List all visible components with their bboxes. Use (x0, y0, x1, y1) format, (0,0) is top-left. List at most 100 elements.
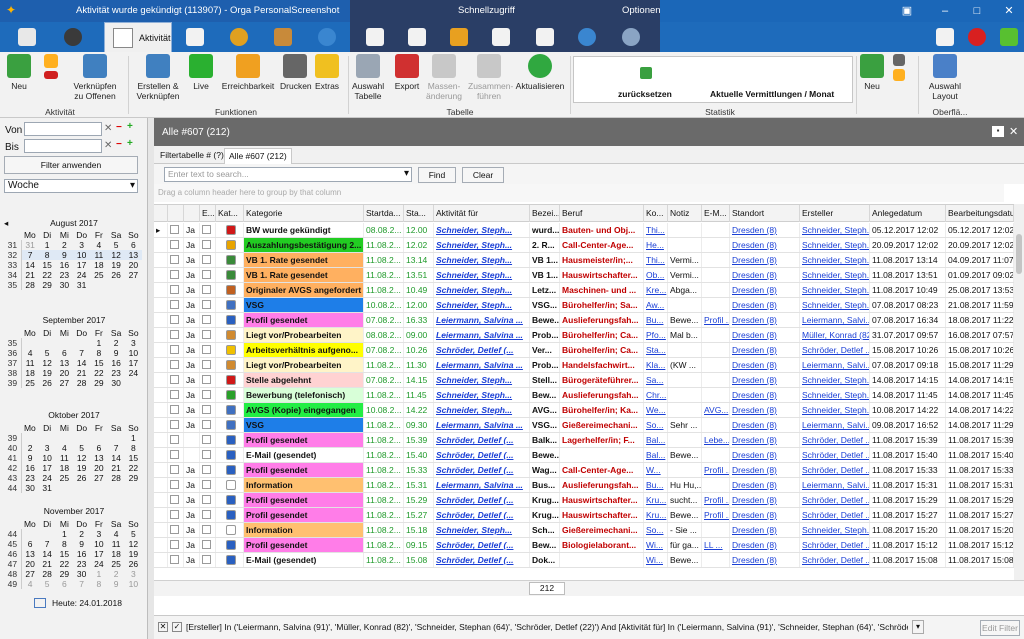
calendar-day[interactable]: 4 (108, 529, 125, 539)
cell-aktivitaet-fuer[interactable]: Leiermann, Salvina ... (434, 313, 530, 327)
calendar-day[interactable]: 22 (90, 368, 107, 378)
row-e-checkbox[interactable] (202, 420, 211, 429)
cell-ersteller[interactable]: Schneider, Steph... (800, 223, 870, 237)
cell-standort[interactable]: Dresden (8) (730, 223, 800, 237)
row-select-checkbox[interactable] (170, 375, 179, 384)
calendar-day[interactable]: 31 (39, 483, 56, 493)
cell-ersteller[interactable]: Schröder, Detlef ... (800, 463, 870, 477)
row-e-checkbox[interactable] (202, 540, 211, 549)
cell-email[interactable] (702, 238, 730, 252)
calendar-day[interactable] (90, 280, 107, 290)
calendar-day[interactable]: 10 (125, 348, 142, 358)
row-e-checkbox[interactable] (202, 555, 211, 564)
calendar-day[interactable]: 21 (39, 559, 56, 569)
calendar-day[interactable]: 10 (90, 539, 107, 549)
cell-ersteller[interactable]: Leiermann, Salvi... (800, 358, 870, 372)
to-remove-icon[interactable]: − (116, 139, 122, 150)
cell-ersteller[interactable]: Schneider, Steph... (800, 298, 870, 312)
cell-standort[interactable]: Dresden (8) (730, 523, 800, 537)
cell-standort[interactable]: Dresden (8) (730, 553, 800, 567)
qs-edit-button[interactable] (486, 24, 516, 50)
row-e-checkbox[interactable] (202, 525, 211, 534)
cell-ersteller[interactable]: Leiermann, Salvi... (800, 418, 870, 432)
cell-email[interactable] (702, 358, 730, 372)
cell-kontakt[interactable]: Kru... (644, 508, 668, 522)
extras-button[interactable]: Extras (314, 54, 340, 91)
cell-kontakt[interactable]: Bu... (644, 313, 668, 327)
calendar-day[interactable]: 26 (39, 378, 56, 388)
refresh-button[interactable]: Aktualisieren (514, 54, 566, 91)
clear-button[interactable]: Clear (462, 167, 504, 183)
select-column-header[interactable] (168, 205, 184, 222)
calendar-day[interactable]: 11 (108, 539, 125, 549)
cell-standort[interactable]: Dresden (8) (730, 343, 800, 357)
calendar-day[interactable]: 13 (56, 358, 73, 368)
calendar-day[interactable] (39, 433, 56, 443)
calendar-day[interactable]: 14 (21, 260, 38, 270)
calendar-day[interactable] (125, 378, 142, 388)
row-e-checkbox[interactable] (202, 285, 211, 294)
reachability-button[interactable]: Erreichbarkeit (220, 54, 276, 91)
calendar-day[interactable]: 17 (39, 463, 56, 473)
restore-icon[interactable]: ▣ (898, 3, 916, 19)
table-row[interactable]: Ja AVGS (Kopie) eingegangen 10.08.2... 14.2… (154, 403, 1014, 418)
cell-kontakt[interactable]: Pfo... (644, 328, 668, 342)
cell-email[interactable]: LL ... (702, 538, 730, 552)
cell-email[interactable] (702, 223, 730, 237)
calendar-day[interactable]: 25 (56, 473, 73, 483)
merge-button[interactable]: Zusammen-führen (468, 54, 513, 101)
calendar-day[interactable]: 16 (21, 463, 38, 473)
cell-kontakt[interactable]: Kre... (644, 283, 668, 297)
cell-email[interactable] (702, 418, 730, 432)
cell-kontakt[interactable]: Wi... (644, 538, 668, 552)
calendar-day[interactable]: 20 (90, 463, 107, 473)
table-row[interactable]: Ja Liegt vor/Probearbeiten 08.08.2... 09.00… (154, 328, 1014, 343)
calendar-day[interactable]: 4 (56, 443, 73, 453)
calendar-day[interactable]: 12 (39, 358, 56, 368)
calendar-day[interactable] (90, 483, 107, 493)
print-button[interactable]: Drucken (280, 54, 312, 91)
row-e-checkbox[interactable] (202, 480, 211, 489)
calendar-day[interactable] (73, 483, 90, 493)
cell-standort[interactable]: Dresden (8) (730, 388, 800, 402)
filter-dropdown-icon[interactable]: ▾ (912, 620, 924, 634)
calendar-day[interactable]: 6 (21, 539, 38, 549)
cell-ersteller[interactable]: Schröder, Detlef ... (800, 493, 870, 507)
calendar-day[interactable]: 10 (125, 579, 142, 589)
cell-aktivitaet-fuer[interactable]: Schröder, Detlef (... (434, 433, 530, 447)
cell-aktivitaet-fuer[interactable]: Schneider, Steph... (434, 268, 530, 282)
calendar-day[interactable]: 23 (56, 270, 73, 280)
tab-aktivitaet[interactable]: Aktivität (104, 22, 172, 52)
calendar-day[interactable]: 15 (125, 453, 142, 463)
calendar-day[interactable]: 19 (125, 549, 142, 559)
cell-email[interactable] (702, 268, 730, 282)
cell-ersteller[interactable]: Schröder, Detlef ... (800, 343, 870, 357)
column-header-startdatum[interactable]: Startda... (364, 205, 404, 222)
cell-aktivitaet-fuer[interactable]: Leiermann, Salvina ... (434, 478, 530, 492)
table-row[interactable]: Ja Stelle abgelehnt 07.08.2... 14.15 Schneid… (154, 373, 1014, 388)
calendar-day[interactable]: 16 (73, 549, 90, 559)
calendar-day[interactable]: 21 (21, 270, 38, 280)
cell-ersteller[interactable]: Schneider, Steph... (800, 268, 870, 282)
cell-kontakt[interactable]: We... (644, 403, 668, 417)
cell-ersteller[interactable]: Leiermann, Salvi... (800, 313, 870, 327)
table-row[interactable]: Ja Arbeitsverhältnis aufgeno... 07.08.2...… (154, 343, 1014, 358)
calendar-day[interactable]: 5 (108, 240, 125, 250)
maximize-icon[interactable]: □ (968, 3, 986, 19)
column-header-notiz[interactable]: Notiz (668, 205, 702, 222)
table-row[interactable]: Profil gesendet 11.08.2... 15.39 Schröder, … (154, 433, 1014, 448)
row-e-checkbox[interactable] (202, 465, 211, 474)
row-select-checkbox[interactable] (170, 555, 179, 564)
calendar-day[interactable]: 28 (21, 280, 38, 290)
tab-filtertabelle[interactable]: Filtertabelle # (?) (156, 148, 228, 164)
nav-user-button[interactable] (312, 24, 342, 50)
row-select-checkbox[interactable] (170, 495, 179, 504)
table-row[interactable]: Ja VSG 11.08.2... 09.30 Leiermann, Salvina .… (154, 418, 1014, 433)
calendar-day[interactable]: 2 (108, 338, 125, 348)
cell-ersteller[interactable]: Schröder, Detlef ... (800, 538, 870, 552)
calendar-day[interactable]: 23 (73, 559, 90, 569)
cell-standort[interactable]: Dresden (8) (730, 403, 800, 417)
calendar-day[interactable]: 31 (21, 240, 38, 250)
cell-ersteller[interactable]: Leiermann, Salvi... (800, 478, 870, 492)
row-select-checkbox[interactable] (170, 315, 179, 324)
